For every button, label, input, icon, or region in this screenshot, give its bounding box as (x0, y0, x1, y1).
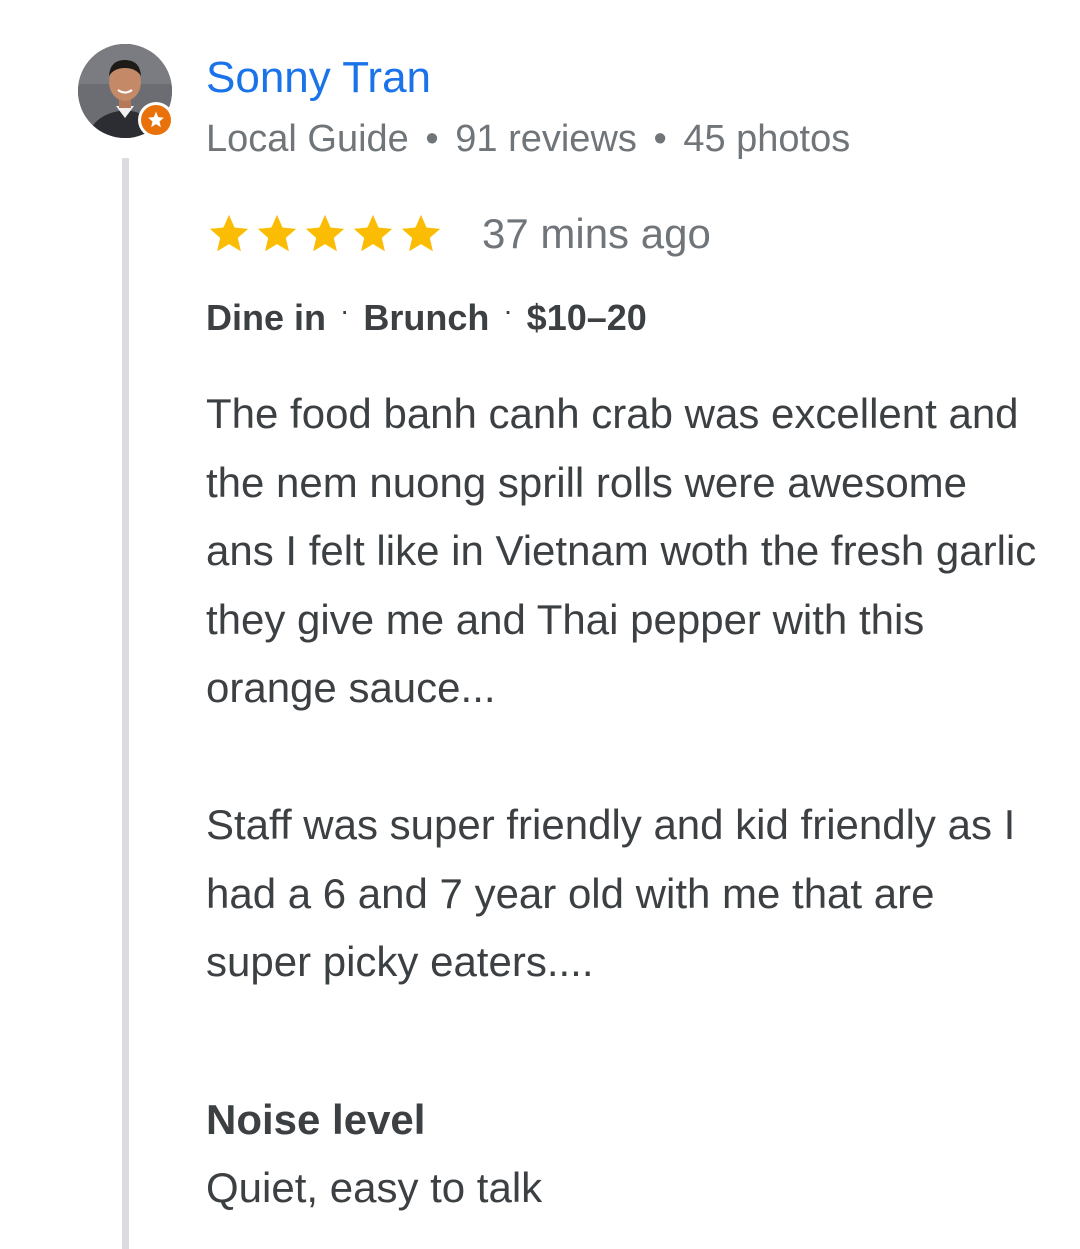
reviewer-meta: Local Guide • 91 reviews • 45 photos (206, 116, 850, 162)
local-guide-star-icon (148, 111, 164, 128)
star-icon (257, 214, 297, 252)
attribute-value-noise-level: Quiet, easy to talk (206, 1164, 543, 1211)
reviewer-photo-count: 45 photos (683, 118, 851, 160)
reviewer-name[interactable]: Sonny Tran (206, 52, 431, 104)
tag-service: Dine in (206, 297, 327, 338)
reviewer-avatar[interactable] (78, 44, 174, 140)
meta-separator: • (653, 118, 667, 160)
review-time: 37 mins ago (482, 210, 711, 257)
local-guide-badge (138, 102, 174, 138)
review-thread-line (122, 158, 129, 1249)
visit-tags: Dine in · Brunch · $10–20 (206, 294, 647, 345)
tag-price: $10–20 (526, 297, 647, 338)
star-icon (209, 214, 249, 252)
reviewer-review-count: 91 reviews (455, 118, 637, 160)
attribute-title-noise-level: Noise level (206, 1096, 426, 1143)
tag-separator: · (340, 295, 350, 326)
rating-row: 37 mins ago (206, 206, 711, 262)
tag-separator: · (503, 295, 513, 326)
star-icon (353, 214, 393, 252)
star-icon (401, 214, 441, 252)
review-text: The food banh canh crab was excellent an… (206, 390, 1037, 985)
star-rating (206, 211, 444, 257)
star-icon (305, 214, 345, 252)
reviewer-level: Local Guide (206, 118, 409, 160)
meta-separator: • (425, 118, 439, 160)
tag-meal: Brunch (363, 297, 490, 338)
